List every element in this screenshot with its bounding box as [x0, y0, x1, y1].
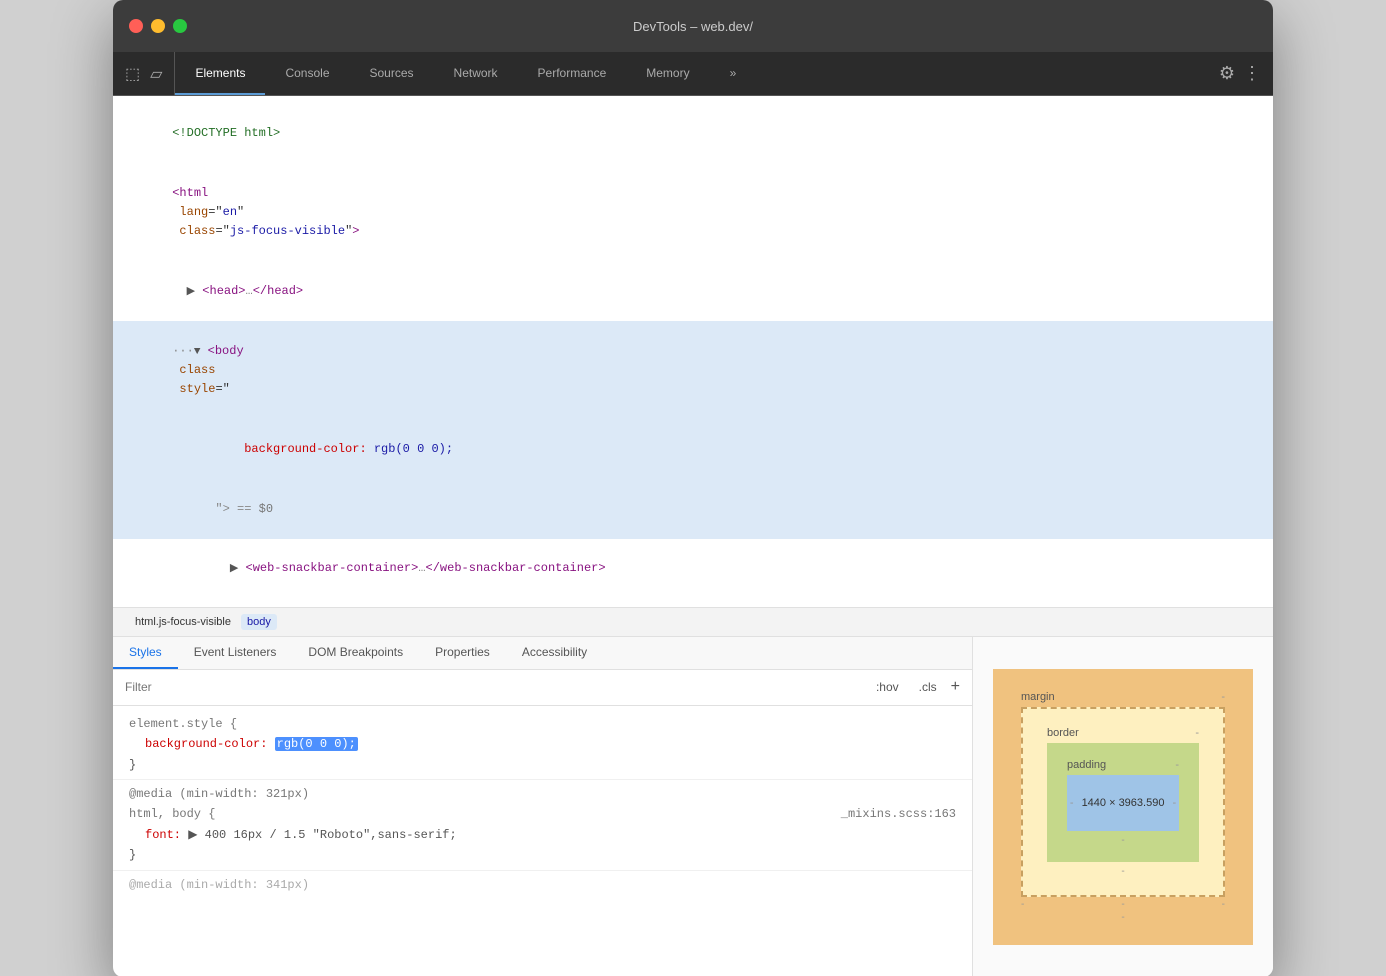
padding-row: padding - — [1067, 759, 1179, 771]
css-selector-html-body[interactable]: html, body { _mixins.scss:163 — [129, 804, 956, 824]
css-rule-partial: @media (min-width: 341px) — [113, 871, 972, 899]
lower-panel: Styles Event Listeners DOM Breakpoints P… — [113, 637, 1273, 976]
border-top-value: - — [1195, 727, 1199, 739]
padding-right-value: - — [1172, 797, 1176, 809]
tab-event-listeners[interactable]: Event Listeners — [178, 637, 293, 669]
inspect-icon[interactable]: ⬚ — [125, 64, 140, 84]
tab-memory[interactable]: Memory — [626, 52, 709, 95]
margin-bottom-label: - — [1121, 899, 1124, 910]
padding-bottom-value: - — [1121, 835, 1124, 846]
title-bar: DevTools – web.dev/ — [113, 0, 1273, 52]
css-property-font[interactable]: font: ▶ 400 16px / 1.5 "Roboto",sans-ser… — [129, 825, 956, 845]
tab-bar: ⬚ ▱ Elements Console Sources Network Per… — [113, 52, 1273, 96]
border-label: border — [1047, 727, 1079, 739]
filter-bar: :hov .cls + — [113, 670, 972, 706]
css-media-query[interactable]: @media (min-width: 321px) — [129, 784, 956, 804]
dom-line-html[interactable]: <html lang="en" class="js-focus-visible"… — [113, 164, 1273, 262]
hov-button[interactable]: :hov — [870, 678, 905, 696]
border-row: border - — [1047, 727, 1199, 739]
border-box: border - padding - - — [1021, 707, 1225, 897]
box-model-diagram: margin - border - padding - — [993, 669, 1253, 945]
main-tabs: Elements Console Sources Network Perform… — [175, 52, 1206, 95]
dom-line-body-eq[interactable]: "> == $0 — [113, 479, 1273, 539]
dom-line-body-open[interactable]: ···▼ <body class style=" — [113, 321, 1273, 419]
breadcrumb-body[interactable]: body — [241, 614, 277, 630]
tab-bar-actions: ⚙ ⋮ — [1207, 52, 1273, 95]
padding-bottom-row: - — [1067, 835, 1179, 846]
devtools-window: DevTools – web.dev/ ⬚ ▱ Elements Console… — [113, 0, 1273, 976]
margin-left-value: - — [1021, 899, 1024, 910]
tab-sources[interactable]: Sources — [350, 52, 434, 95]
padding-label: padding — [1067, 759, 1106, 771]
box-model-panel: margin - border - padding - — [973, 637, 1273, 976]
tab-network[interactable]: Network — [434, 52, 518, 95]
css-rule-close-1: } — [129, 755, 956, 775]
settings-icon[interactable]: ⚙ — [1219, 63, 1235, 84]
more-options-icon[interactable]: ⋮ — [1243, 63, 1261, 84]
devtools-icons: ⬚ ▱ — [113, 52, 175, 95]
breadcrumb-bar: html.js-focus-visible body — [113, 608, 1273, 637]
maximize-button[interactable] — [173, 19, 187, 33]
cls-button[interactable]: .cls — [913, 678, 943, 696]
content-row: - 1440 × 3963.590 - — [1070, 797, 1176, 809]
content-box: - 1440 × 3963.590 - — [1067, 775, 1179, 831]
styles-panel: Styles Event Listeners DOM Breakpoints P… — [113, 637, 973, 976]
margin-label: margin — [1021, 691, 1055, 703]
tab-styles[interactable]: Styles — [113, 637, 178, 669]
box-dimensions: 1440 × 3963.590 — [1082, 797, 1165, 809]
styles-tabs: Styles Event Listeners DOM Breakpoints P… — [113, 637, 972, 670]
device-icon[interactable]: ▱ — [150, 64, 162, 84]
css-source-link[interactable]: _mixins.scss:163 — [841, 804, 956, 824]
add-style-button[interactable]: + — [951, 678, 960, 696]
filter-actions: :hov .cls + — [870, 678, 960, 696]
traffic-lights — [129, 19, 187, 33]
minimize-button[interactable] — [151, 19, 165, 33]
margin-right-value: - — [1222, 899, 1225, 910]
css-selector-element[interactable]: element.style { — [129, 714, 956, 734]
css-rule-media: @media (min-width: 321px) html, body { _… — [113, 780, 972, 871]
border-bottom-row: - — [1047, 866, 1199, 877]
tab-console[interactable]: Console — [265, 52, 349, 95]
margin-top-value: - — [1221, 691, 1225, 703]
padding-left-value: - — [1070, 797, 1074, 809]
tab-performance[interactable]: Performance — [518, 52, 627, 95]
dom-tree: <!DOCTYPE html> <html lang="en" class="j… — [113, 96, 1273, 608]
window-title: DevTools – web.dev/ — [633, 19, 753, 34]
padding-box: padding - - 1440 × 3963.590 - — [1047, 743, 1199, 862]
margin-sides: - - - — [1021, 899, 1225, 910]
dom-line-snackbar[interactable]: ▶ <web-snackbar-container>…</web-snackba… — [113, 539, 1273, 599]
tab-dom-breakpoints[interactable]: DOM Breakpoints — [292, 637, 419, 669]
tab-accessibility[interactable]: Accessibility — [506, 637, 603, 669]
close-button[interactable] — [129, 19, 143, 33]
dom-line-body-style[interactable]: background-color: rgb(0 0 0); — [113, 420, 1273, 480]
css-rule-close-2: } — [129, 845, 956, 865]
tab-properties[interactable]: Properties — [419, 637, 506, 669]
padding-top-value: - — [1175, 759, 1179, 771]
margin-bottom-value: - — [1121, 912, 1124, 923]
css-property-bg[interactable]: background-color: rgb(0 0 0); — [129, 734, 956, 754]
tab-more[interactable]: » — [710, 52, 757, 95]
filter-input[interactable] — [125, 680, 870, 694]
dom-line-head[interactable]: ▶ <head>…</head> — [113, 262, 1273, 322]
tab-elements[interactable]: Elements — [175, 52, 265, 95]
styles-content: element.style { background-color: rgb(0 … — [113, 706, 972, 976]
dom-line-doctype[interactable]: <!DOCTYPE html> — [113, 104, 1273, 164]
css-rule-element-style: element.style { background-color: rgb(0 … — [113, 710, 972, 780]
border-bottom-value: - — [1121, 866, 1124, 877]
margin-bottom-row: - — [1021, 912, 1225, 923]
breadcrumb-html[interactable]: html.js-focus-visible — [129, 614, 237, 630]
margin-row: margin - — [1021, 691, 1225, 703]
